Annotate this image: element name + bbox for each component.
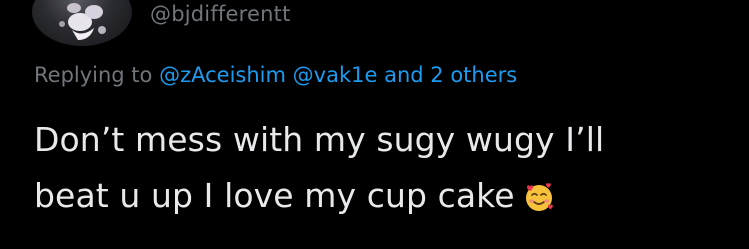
mention-link[interactable]: @vak1e (293, 63, 378, 87)
smiling-face-with-hearts-icon (523, 174, 555, 230)
tweet-text-line: Don’t mess with my sugy wugy I’ll (34, 120, 605, 159)
mention-and: and (384, 63, 424, 87)
avatar[interactable] (32, 0, 132, 46)
replying-to-label: Replying to (34, 63, 153, 87)
tweet-text: Don’t mess with my sugy wugy I’ll beat u… (34, 112, 714, 230)
replying-to-line: Replying to @zAceishim @vak1e and 2 othe… (34, 60, 517, 90)
tweet-text-line-2: beat u up I love my cup cake (34, 168, 714, 230)
mention-link[interactable]: @zAceishim (159, 63, 286, 87)
author-handle[interactable]: @bjdifferentt (150, 0, 291, 28)
tweet-text-line-content: beat u up I love my cup cake (34, 176, 515, 215)
others-link[interactable]: 2 others (430, 63, 517, 87)
